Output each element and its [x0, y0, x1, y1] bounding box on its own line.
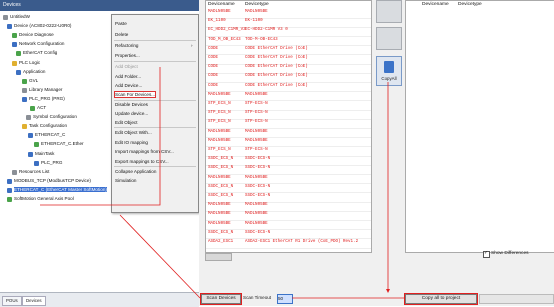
annotation-arrows: [40, 67, 405, 299]
